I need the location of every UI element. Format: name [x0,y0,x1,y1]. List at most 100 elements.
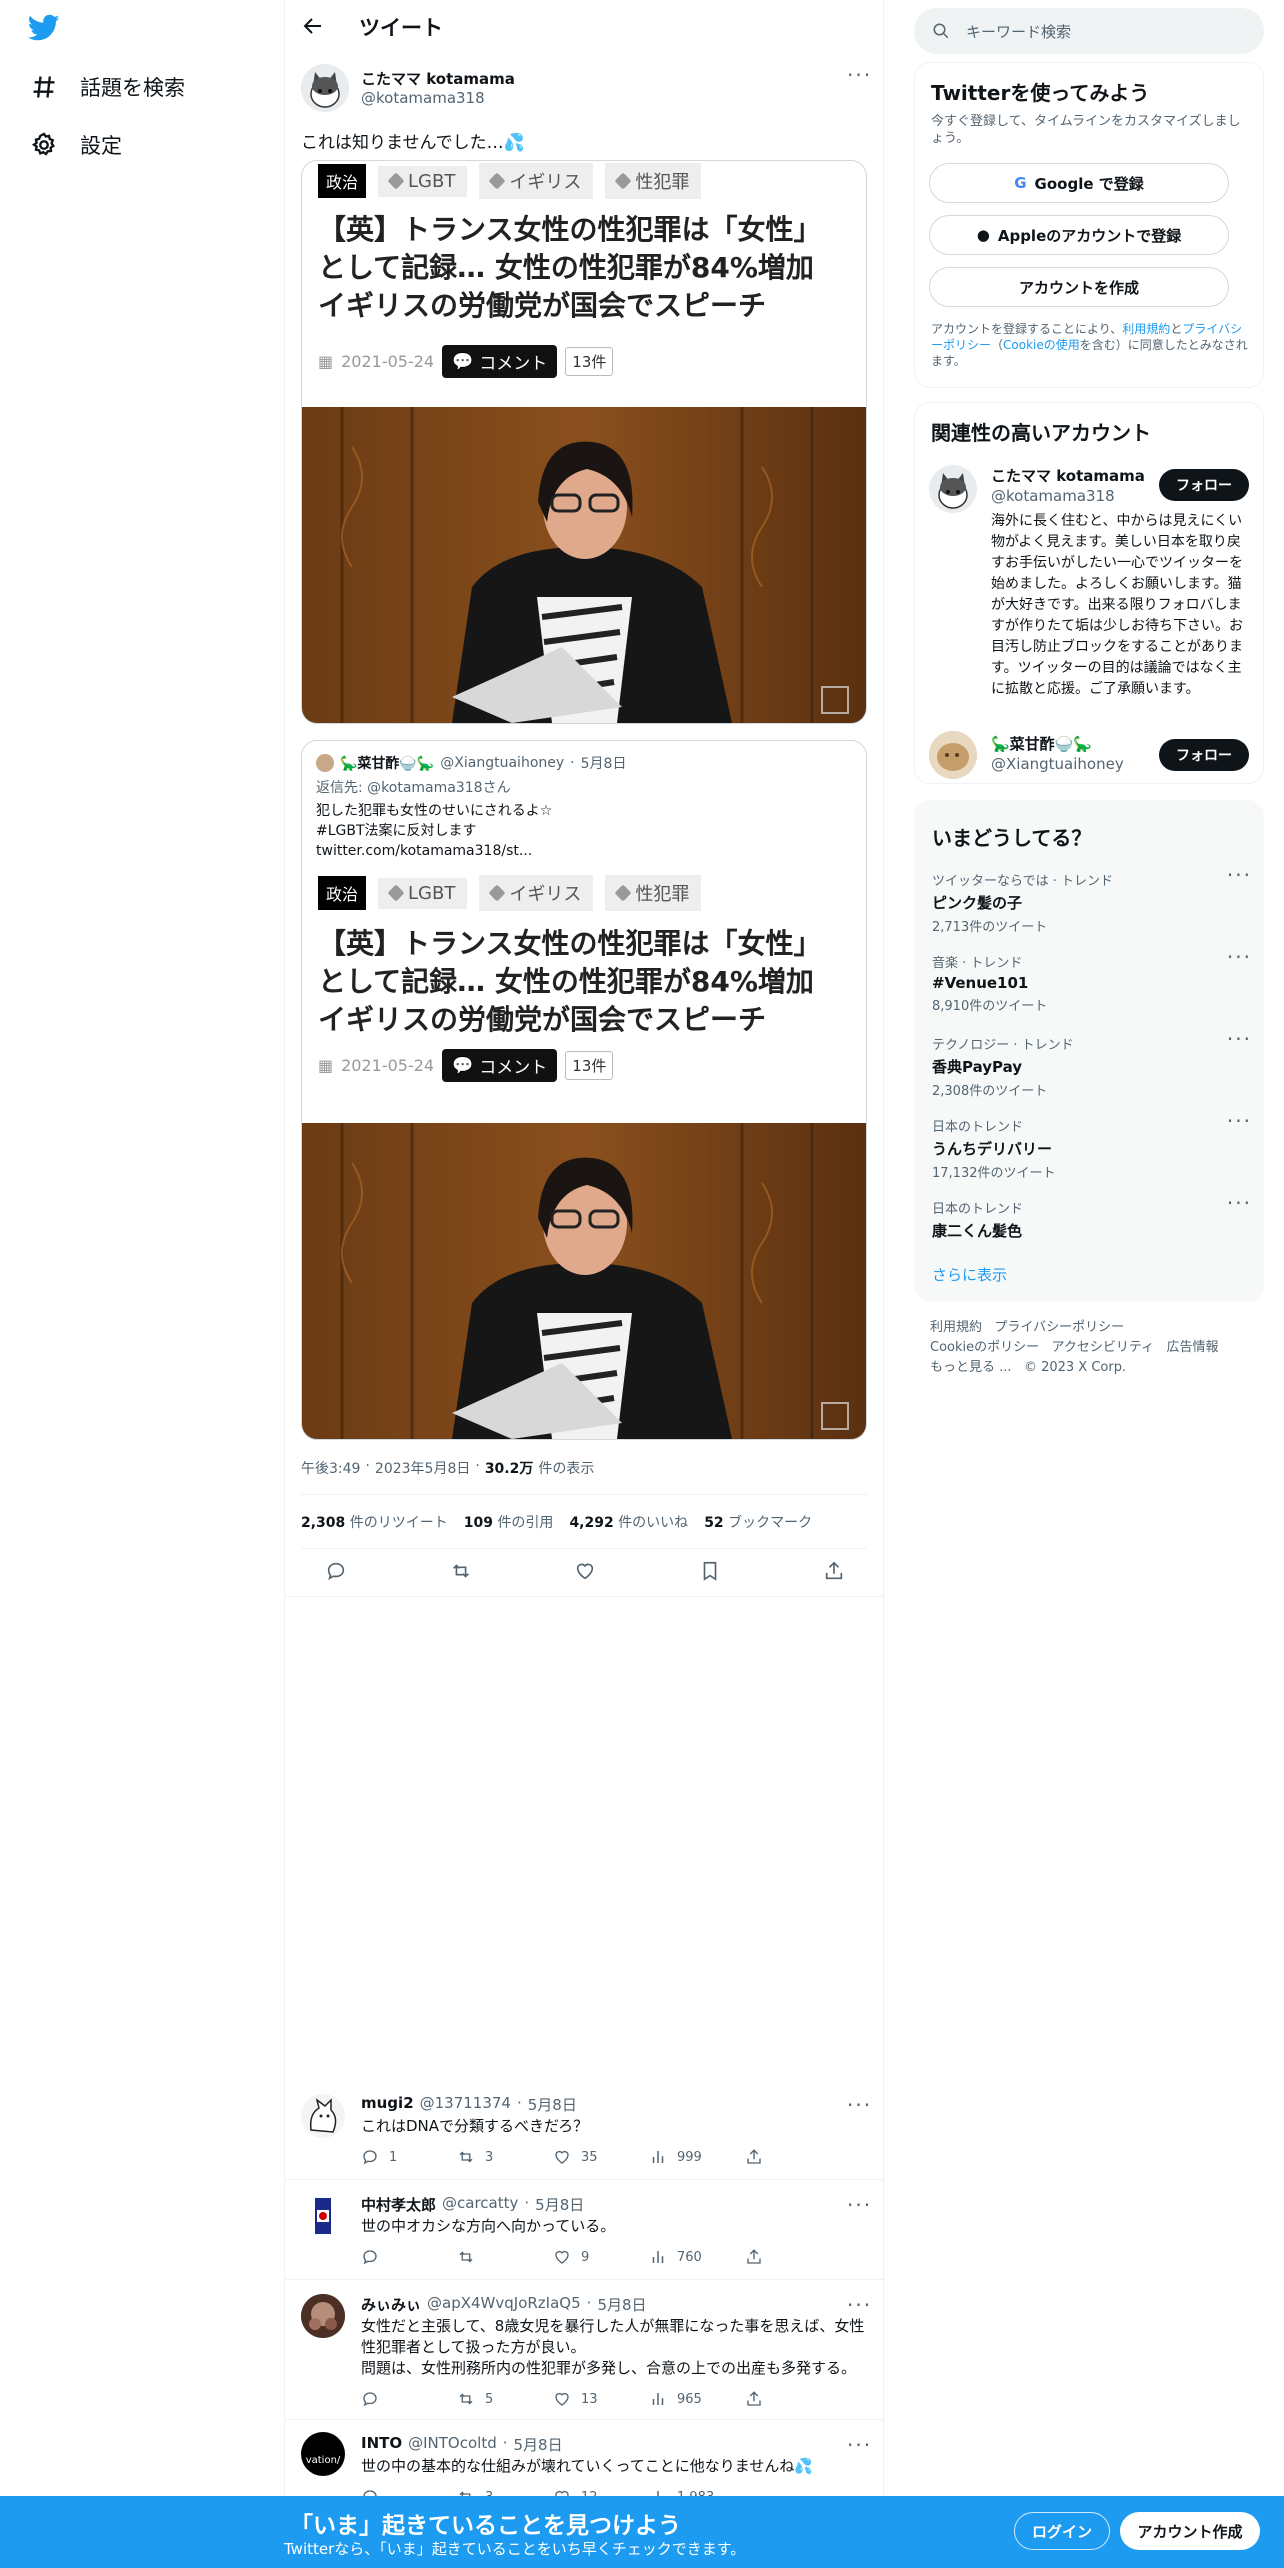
reply-date[interactable]: 5月8日 [597,2294,646,2315]
account-name[interactable]: こたママ kotamama [991,465,1145,486]
share-button[interactable] [745,2248,841,2266]
reply-item[interactable]: 中村孝太郎 @carcatty · 5月8日 ··· 世の中オカシな方向へ向かって… [285,2180,885,2280]
more-options-icon[interactable]: ··· [1227,865,1252,885]
views-button[interactable]: 999 [649,2148,745,2166]
tag-uk[interactable]: イギリス [479,875,594,911]
trend-item[interactable]: ツイッターならでは · トレンド ピンク髪の子 2,713件のツイート ··· [932,865,1252,935]
cookie-link[interactable]: Cookieの使用 [1003,338,1080,352]
reply-date[interactable]: 5月8日 [514,2434,563,2455]
bookmark-stat[interactable]: 52 ブックマーク [704,1512,812,1532]
reply-author-handle[interactable]: @carcatty [442,2194,518,2215]
author-avatar[interactable] [301,64,349,112]
follow-button[interactable]: フォロー [1159,739,1249,771]
nav-explore[interactable]: 話題を検索 [30,72,185,102]
retweet-icon[interactable] [450,1560,472,1582]
reply-author-name[interactable]: INTO [361,2434,402,2455]
tag-sex-crime[interactable]: 性犯罪 [605,875,702,911]
more-options-icon[interactable]: ··· [847,2195,872,2215]
reply-author-handle[interactable]: @INTOcoltd [408,2434,497,2455]
retweet-button[interactable]: 5 [457,2390,553,2408]
like-stat[interactable]: 4,292 件のいいね [569,1512,688,1532]
like-button[interactable]: 9 [553,2248,649,2266]
share-button[interactable] [745,2148,841,2166]
reply-icon[interactable] [325,1560,347,1582]
reply-item[interactable]: vation/ INTO @INTOcoltd · 5月8日 ··· 世の中の基本… [285,2420,885,2505]
more-options-icon[interactable]: ··· [1227,1029,1252,1049]
like-icon[interactable] [574,1560,596,1582]
terms-link[interactable]: 利用規約 [1122,322,1170,336]
trend-item[interactable]: 日本のトレンド 康二くん髪色 ··· [932,1193,1252,1241]
reply-author-name[interactable]: みぃみぃ [361,2294,421,2315]
reply-button[interactable] [361,2248,457,2266]
reply-date[interactable]: 5月8日 [535,2194,584,2215]
tag-uk[interactable]: イギリス [479,163,594,199]
reply-avatar[interactable]: vation/ [301,2432,345,2476]
login-button[interactable]: ログイン [1014,2512,1110,2550]
account-avatar[interactable] [929,731,977,779]
more-options-icon[interactable]: ··· [847,65,872,85]
tag-sex-crime[interactable]: 性犯罪 [605,163,702,199]
quoted-tweet[interactable]: 🦕菜甘酢🍚🦕 @Xiangtuaihoney · 5月8日 返信先: @kota… [301,740,867,1440]
account-handle[interactable]: @kotamama318 [991,487,1115,505]
footer-ads-link[interactable]: 広告情報 [1167,1340,1219,1355]
signup-button[interactable]: アカウント作成 [1120,2512,1260,2550]
comment-button[interactable]: 💬 コメント [442,1049,558,1082]
more-options-icon[interactable]: ··· [847,2295,872,2315]
reply-avatar[interactable] [301,2294,345,2338]
tag-lgbt[interactable]: LGBT [378,165,468,197]
tag-lgbt[interactable]: LGBT [378,877,468,909]
more-options-icon[interactable]: ··· [847,2095,872,2115]
twitter-logo-icon[interactable] [28,14,60,42]
bookmark-icon[interactable] [699,1560,721,1582]
reply-item[interactable]: mugi2 @13711374 · 5月8日 ··· これはDNAで分類するべきだ… [285,2080,885,2180]
tweet-time[interactable]: 午後3:49 [301,1458,360,1478]
show-more-link[interactable]: さらに表示 [932,1264,1007,1285]
back-arrow-icon[interactable] [301,14,325,38]
tag-politics[interactable]: 政治 [318,164,367,198]
apple-signup-button[interactable]: ● Appleのアカウントで登録 [929,215,1229,255]
footer-terms-link[interactable]: 利用規約 [930,1320,982,1335]
retweet-stat[interactable]: 2,308 件のリツイート [301,1512,448,1532]
views-button[interactable]: 760 [649,2248,745,2266]
footer-privacy-link[interactable]: プライバシーポリシー [994,1320,1124,1335]
share-icon[interactable] [823,1560,845,1582]
quote-link[interactable]: twitter.com/kotamama318/st... [316,841,552,861]
reply-button[interactable]: 1 [361,2148,457,2166]
author-name[interactable]: こたママ kotamama [361,68,515,89]
reply-author-handle[interactable]: @13711374 [420,2094,511,2115]
google-signup-button[interactable]: G Google で登録 [929,163,1229,203]
comment-button[interactable]: 💬 コメント [442,345,558,378]
trend-item[interactable]: 音楽 · トレンド #Venue101 8,910件のツイート ··· [932,947,1252,1014]
trend-item[interactable]: テクノロジー · トレンド 香典PayPay 2,308件のツイート ··· [932,1029,1252,1099]
more-options-icon[interactable]: ··· [1227,1193,1252,1213]
account-avatar[interactable] [929,465,977,513]
footer-cookie-link[interactable]: Cookieのポリシー [930,1340,1039,1355]
views-button[interactable]: 965 [649,2390,745,2408]
retweet-button[interactable] [457,2248,553,2266]
author-handle[interactable]: @kotamama318 [361,89,485,107]
article-card[interactable]: 政治 LGBT イギリス 性犯罪 【英】トランス女性の性犯罪は「女性」として記録… [301,160,867,724]
search-input[interactable]: キーワード検索 [966,21,1071,42]
reply-button[interactable] [361,2390,457,2408]
retweet-button[interactable]: 3 [457,2148,553,2166]
reply-author-name[interactable]: 中村孝太郎 [361,2194,436,2215]
reply-date[interactable]: 5月8日 [528,2094,577,2115]
footer-accessibility-link[interactable]: アクセシビリティ [1052,1340,1155,1355]
create-account-button[interactable]: アカウントを作成 [929,267,1229,307]
account-handle[interactable]: @Xiangtuaihoney [991,755,1124,773]
tag-politics[interactable]: 政治 [318,876,367,910]
quote-stat[interactable]: 109 件の引用 [464,1512,554,1532]
reply-avatar[interactable] [301,2094,345,2138]
footer-more-link[interactable]: もっと見る ... [930,1360,1012,1375]
more-options-icon[interactable]: ··· [1227,947,1252,967]
reply-author-name[interactable]: mugi2 [361,2094,414,2115]
more-options-icon[interactable]: ··· [1227,1111,1252,1131]
search-bar[interactable]: キーワード検索 [914,8,1264,54]
nav-settings[interactable]: 設定 [30,130,122,160]
reply-item[interactable]: みぃみぃ @apX4WvqJoRzIaQ5 · 5月8日 ··· 女性だと主張して… [285,2280,885,2420]
reply-avatar[interactable] [301,2194,345,2238]
reply-author-handle[interactable]: @apX4WvqJoRzIaQ5 [427,2294,581,2315]
follow-button[interactable]: フォロー [1159,469,1249,501]
more-options-icon[interactable]: ··· [847,2435,872,2455]
trend-item[interactable]: 日本のトレンド うんちデリバリー 17,132件のツイート ··· [932,1111,1252,1181]
